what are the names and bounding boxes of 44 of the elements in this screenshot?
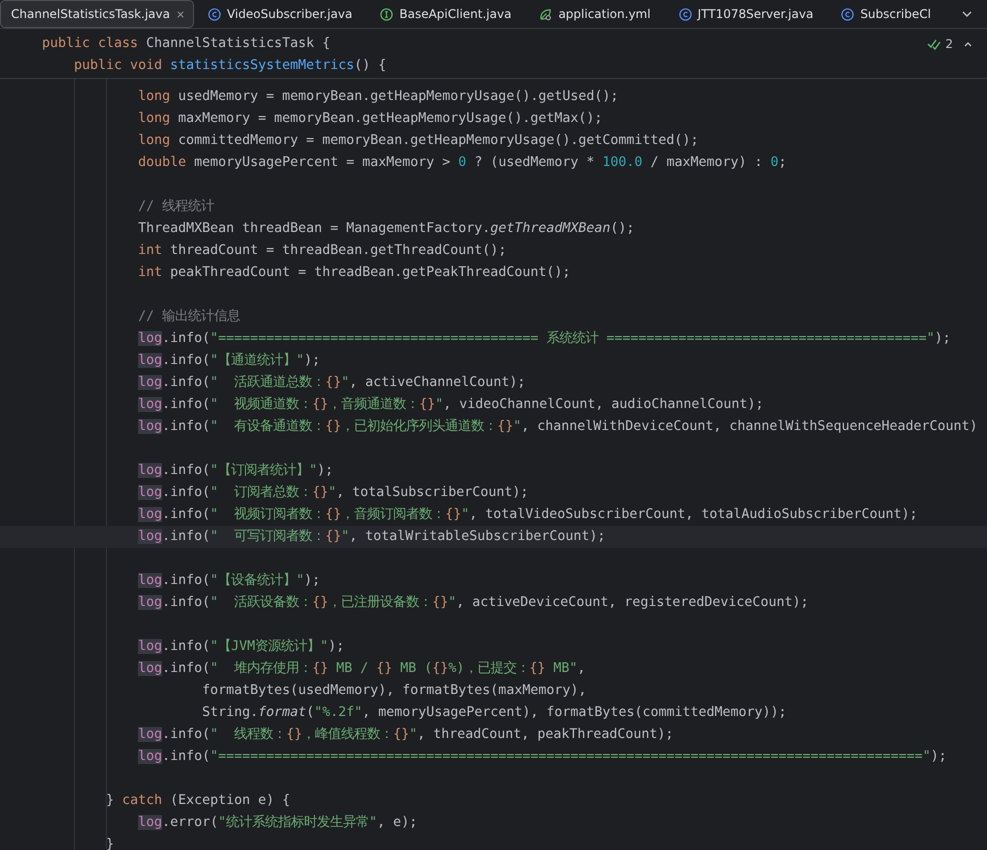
code-line: String.format("%.2f", memoryUsagePercent), formatBytes(committedMemory)); — [201, 704, 788, 722]
code-line: log.info(" 有设备通道数：{}，已初始化序列头通道数：{}", channelWithDeviceCount, channelWithSequenceHeaderCount) — [137, 418, 979, 436]
code-line: formatBytes(usedMemory), formatBytes(maxMemory), — [201, 682, 588, 700]
class-icon — [208, 8, 221, 20]
inspection-count: 2 — [945, 37, 953, 51]
code-line: log.info("========================================================================================"); — [137, 748, 948, 766]
check-icon[interactable] — [927, 38, 942, 50]
code-line: log.info(" 视频订阅者数：{}，音频订阅者数：{}", totalVideoSubscriberCount, totalAudioSubscriberCount); — [137, 506, 919, 524]
code-line: int threadCount = threadBean.getThreadCount(); — [137, 242, 508, 260]
code-line: int peakThreadCount = threadBean.getPeakThreadCount(); — [137, 264, 572, 282]
class-icon — [841, 8, 854, 20]
code-line: public void statisticsSystemMetrics() { — [73, 57, 386, 75]
code-line: } — [105, 836, 116, 850]
code-line: double memoryUsagePercent = maxMemory > 0 ? (usedMemory * 100.0 / maxMemory) : 0; — [137, 154, 788, 172]
code-line: log.info("【订阅者统计】"); — [137, 462, 334, 480]
code-line: log.info(" 活跃通道总数：{}", activeChannelCount); — [137, 374, 526, 392]
code-line: log.info(" 订阅者总数：{}", totalSubscriberCount); — [137, 484, 530, 502]
code-line: long committedMemory = memoryBean.getHeapMemoryUsage().getCommitted(); — [137, 132, 700, 150]
editor-tab[interactable]: JTT1078Server.java — [664, 0, 828, 28]
class-icon — [678, 8, 692, 20]
code-line: ThreadMXBean threadBean = ManagementFactory.getThreadMXBean(); — [137, 220, 636, 238]
code-line: log.info("【通道统计】"); — [137, 352, 322, 370]
close-icon[interactable] — [176, 10, 185, 18]
code-line: log.info(" 活跃设备数：{}，已注册设备数：{}", activeDeviceCount, registeredDeviceCount); — [137, 594, 810, 612]
editor-tab[interactable]: BaseApiClient.java — [366, 0, 526, 28]
code-line: long maxMemory = memoryBean.getHeapMemoryUsage().getMax(); — [137, 110, 604, 128]
editor-tab[interactable]: application.yml — [525, 0, 665, 28]
code-line: log.info("======================================== 系统统计 ========================================"); — [137, 330, 952, 348]
code-line: log.info(" 堆内存使用：{} MB / {} MB ({}%)，已提交：{} MB", — [137, 660, 586, 678]
interface-icon — [380, 8, 394, 20]
code-line: } catch (Exception e) { — [105, 792, 292, 810]
code-line: log.info(" 线程数：{}，峰值线程数：{}", threadCount, peakThreadCount); — [137, 726, 674, 744]
code-line: log.info("【JVM资源统计】"); — [137, 638, 346, 656]
editor-tab[interactable]: SubscribeCl — [827, 0, 945, 28]
code-line: log.error("统计系统指标时发生异常", e); — [137, 814, 418, 832]
code-line: // 线程统计 — [137, 198, 216, 216]
code-line: log.info("【设备统计】"); — [137, 572, 322, 590]
leaf-icon — [539, 8, 552, 20]
editor-tab[interactable]: ChannelStatisticsTask.java — [0, 0, 194, 28]
code-line: log.info(" 视频通道数：{}，音频通道数：{}", videoChannelCount, audioChannelCount); — [137, 396, 764, 414]
editor-tab[interactable]: VideoSubscriber.java — [194, 0, 366, 28]
code-line: long usedMemory = memoryBean.getHeapMemoryUsage().getUsed(); — [137, 88, 620, 106]
code-line: // 输出统计信息 — [137, 308, 242, 326]
code-line: public class ChannelStatisticsTask { — [42, 35, 330, 53]
